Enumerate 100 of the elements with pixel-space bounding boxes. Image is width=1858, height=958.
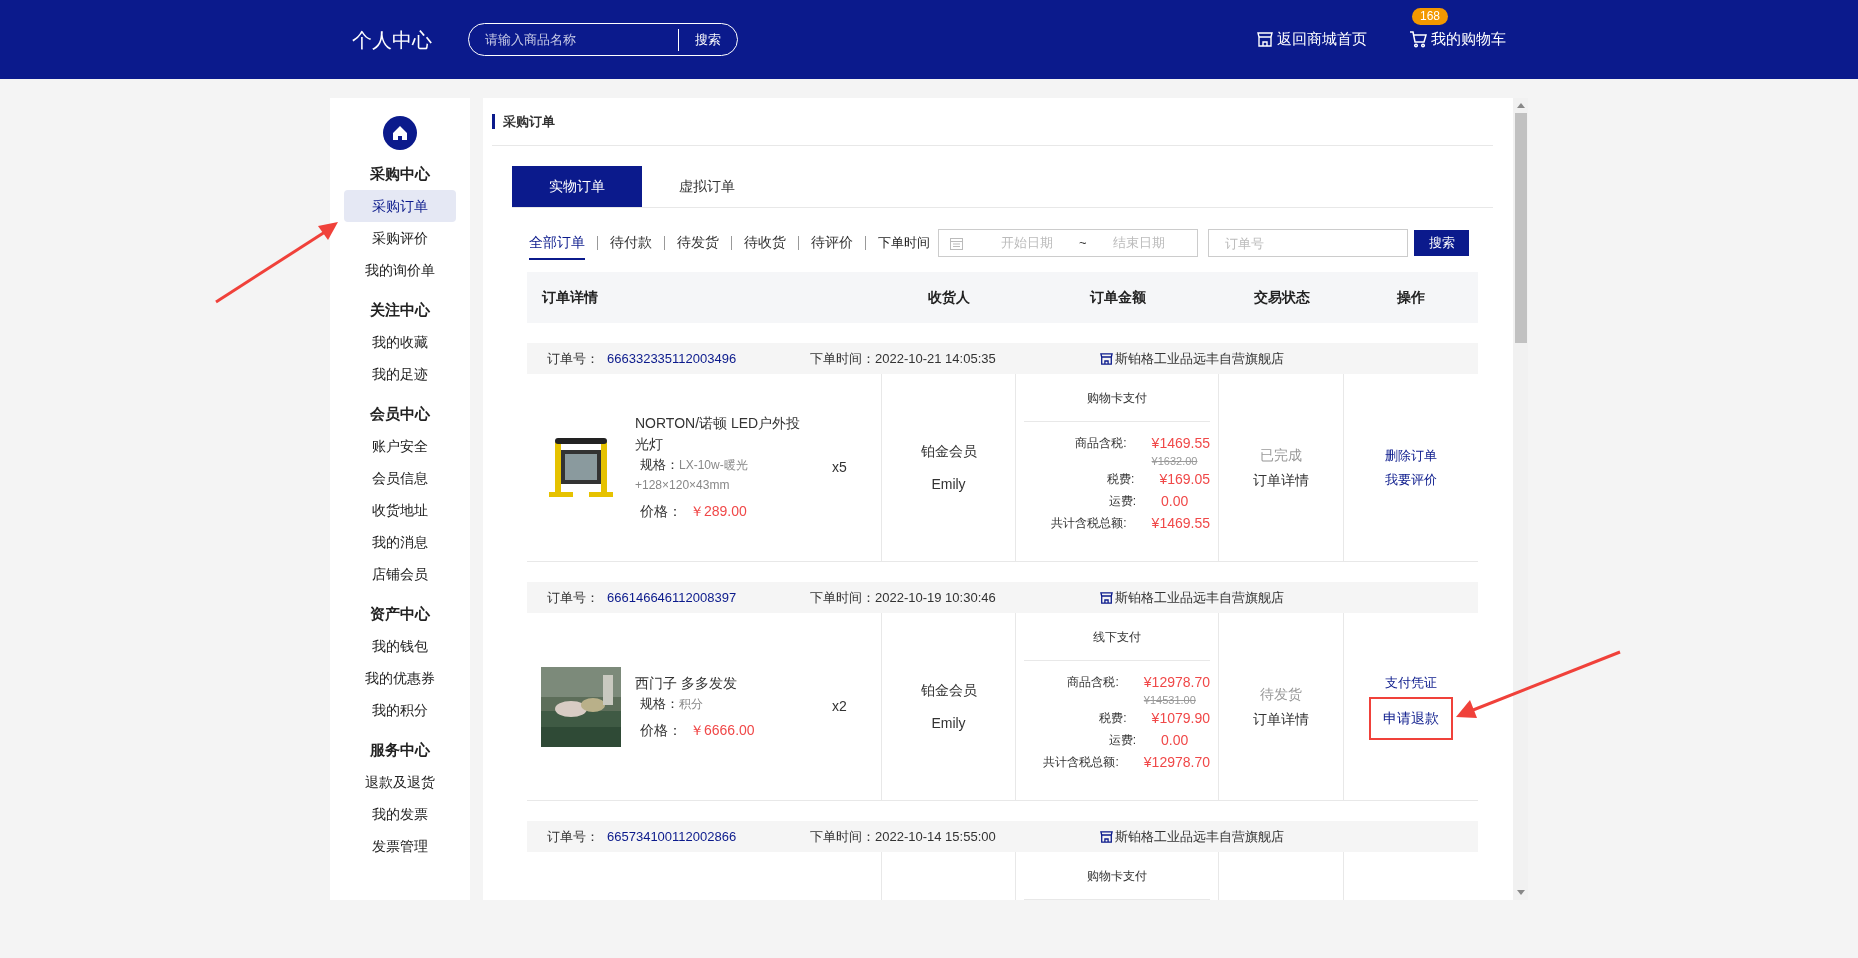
search-button[interactable]: 搜索 — [1414, 230, 1469, 256]
order-detail-link[interactable]: 订单详情 — [1253, 469, 1309, 491]
amount-label: 税费: — [1098, 710, 1127, 727]
sidebar-item[interactable]: 我的收藏 — [344, 326, 456, 358]
order-action-link[interactable]: 申请退款 — [1369, 697, 1453, 741]
original-price: ¥14531.00 — [1143, 693, 1197, 707]
status-tab[interactable]: 待发货 — [677, 226, 719, 260]
status-tab[interactable]: 待收货 — [744, 226, 786, 260]
order-time: 下单时间：2022-10-14 15:55:00 — [810, 827, 997, 846]
store-icon — [1100, 352, 1113, 365]
column-header: 订单金额 — [1089, 289, 1146, 305]
order-status: 待发货 — [1260, 684, 1302, 704]
product-spec: 规格：积分 — [639, 694, 704, 713]
amount-value: ¥12978.70 — [1143, 753, 1210, 772]
amount-label: 共计含税总额: — [1050, 515, 1127, 532]
sidebar-item[interactable]: 我的发票 — [344, 798, 456, 830]
sidebar-heading: 资产中心 — [370, 604, 430, 624]
column-header: 收货人 — [928, 289, 970, 305]
column-header: 交易状态 — [1253, 289, 1310, 305]
payment-method: 线下支付 — [1093, 628, 1141, 646]
amount-value: 0.00 — [1161, 492, 1189, 511]
page-title: 个人中心 — [352, 27, 432, 53]
sidebar-heading: 会员中心 — [370, 404, 430, 424]
original-price: ¥1632.00 — [1151, 454, 1199, 468]
order-detail-link[interactable]: 订单详情 — [1253, 708, 1309, 730]
amount-value: ¥12978.70 — [1143, 673, 1210, 692]
order-type-tab[interactable]: 实物订单 — [512, 166, 642, 207]
scroll-up-icon — [1516, 103, 1525, 108]
order-number-label: 订单号： — [547, 588, 599, 607]
product-name: NORTON/诺顿 LED户外投光灯 — [635, 414, 802, 454]
sidebar-item[interactable]: 我的积分 — [344, 694, 456, 726]
order-number-label: 订单号： — [547, 827, 599, 846]
search-button[interactable]: 搜索 — [679, 29, 737, 50]
order-status: 已完成 — [1260, 445, 1302, 465]
sidebar-item[interactable]: 采购订单 — [344, 190, 456, 222]
product-name: 西门子 多多发发 — [635, 673, 738, 693]
home-link[interactable]: 返回商城首页 — [1257, 28, 1367, 51]
sidebar-item[interactable]: 我的优惠券 — [344, 662, 456, 694]
amount-value: ¥1469.55 — [1151, 434, 1210, 453]
store-link[interactable]: 斯铂格工业品远丰自营旗舰店 — [1115, 348, 1284, 369]
payment-method: 购物卡支付 — [1087, 867, 1147, 885]
amount-label: 运费: — [1107, 493, 1136, 510]
order-action-link[interactable]: 我要评价 — [1385, 470, 1437, 490]
store-link[interactable]: 斯铂格工业品远丰自营旗舰店 — [1115, 826, 1284, 847]
store-icon — [1100, 591, 1113, 604]
order-time: 下单时间：2022-10-19 10:30:46 — [810, 588, 997, 607]
order-type-tab[interactable]: 虚拟订单 — [642, 166, 772, 207]
amount-label: 税费: — [1106, 471, 1135, 488]
sidebar-heading: 服务中心 — [370, 740, 430, 760]
status-tab[interactable]: 待评价 — [811, 226, 853, 260]
product-price: 价格： ￥289.00 — [640, 502, 748, 521]
member-level: 铂金会员 — [920, 441, 977, 461]
sidebar-item[interactable]: 发票管理 — [344, 830, 456, 862]
cart-badge: 168 — [1412, 8, 1449, 26]
status-tab[interactable]: 待付款 — [610, 226, 652, 260]
sidebar-heading: 采购中心 — [370, 164, 430, 184]
order-action-link[interactable]: 支付凭证 — [1385, 672, 1437, 693]
order-number-link[interactable]: 665734100112002866 — [607, 826, 810, 847]
product-spec: 规格：LX-10w-暖光+128×120×43mm — [635, 456, 749, 494]
scroll-down-icon — [1516, 890, 1525, 895]
receiver-name: Emily — [931, 474, 966, 494]
product-price: 价格： ￥6666.00 — [640, 720, 756, 740]
column-header: 操作 — [1397, 289, 1425, 305]
order-number-field[interactable]: 订单号 — [1208, 229, 1408, 257]
quantity: x5 — [832, 458, 847, 477]
sidebar-item[interactable]: 采购评价 — [344, 222, 456, 254]
payment-method: 购物卡支付 — [1087, 389, 1147, 407]
time-label: 下单时间 — [878, 234, 930, 253]
sidebar-item[interactable]: 我的钱包 — [344, 630, 456, 662]
receiver-name: Emily — [931, 713, 966, 733]
panel-title: 采购订单 — [503, 112, 555, 131]
amount-label: 共计含税总额: — [1042, 754, 1119, 771]
amount-value: ¥169.05 — [1159, 470, 1210, 489]
amount-label: 运费: — [1107, 732, 1136, 749]
sidebar-item[interactable]: 收货地址 — [344, 494, 456, 526]
amount-label: 商品含税: — [1074, 435, 1127, 452]
home-icon — [383, 116, 417, 150]
store-icon — [1100, 830, 1113, 843]
sidebar-item[interactable]: 我的询价单 — [344, 254, 456, 286]
date-range-field[interactable]: 开始日期 ~ 结束日期 — [938, 229, 1198, 257]
scroll-thumb[interactable] — [1514, 113, 1527, 343]
sidebar-item[interactable]: 店铺会员 — [344, 558, 456, 590]
order-action-link[interactable]: 删除订单 — [1385, 445, 1437, 465]
store-link[interactable]: 斯铂格工业品远丰自营旗舰店 — [1115, 587, 1284, 608]
order-number-label: 订单号： — [547, 349, 599, 368]
member-level: 铂金会员 — [920, 680, 977, 700]
amount-value: ¥1469.55 — [1151, 514, 1210, 533]
sidebar-heading: 关注中心 — [370, 300, 430, 320]
amount-value: 0.00 — [1161, 731, 1189, 750]
amount-label: 商品含税: — [1066, 674, 1119, 691]
order-number-link[interactable]: 666332335112003496 — [607, 348, 810, 369]
sidebar-item[interactable]: 退款及退货 — [344, 766, 456, 798]
sidebar-item[interactable]: 我的足迹 — [344, 358, 456, 390]
column-header: 订单详情 — [542, 289, 598, 305]
status-tab[interactable]: 全部订单 — [529, 226, 585, 260]
sidebar-item[interactable]: 我的消息 — [344, 526, 456, 558]
sidebar-item[interactable]: 账户安全 — [344, 430, 456, 462]
sidebar-item[interactable]: 会员信息 — [344, 462, 456, 494]
amount-value: ¥1079.90 — [1151, 709, 1210, 728]
order-number-link[interactable]: 666146646112008397 — [607, 587, 810, 608]
